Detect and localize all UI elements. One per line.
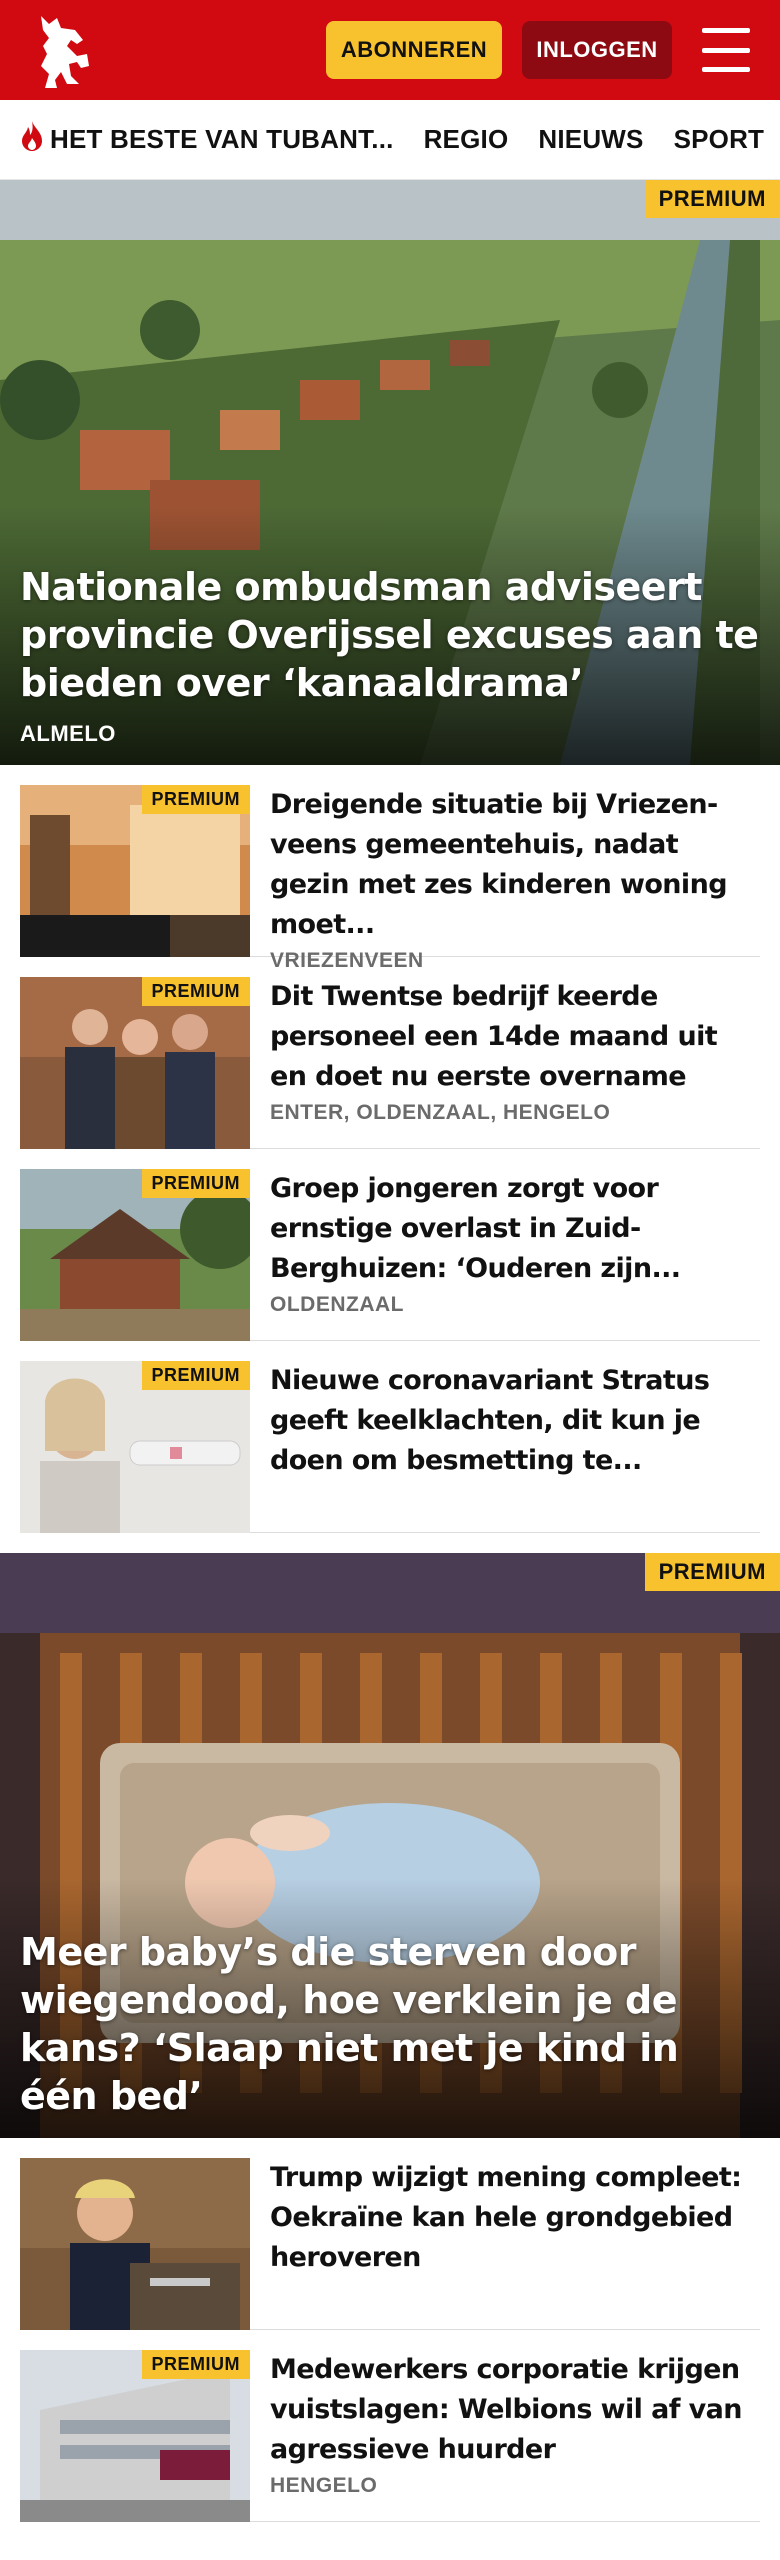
article-thumbnail: PREMIUM: [20, 1169, 250, 1341]
article-location: HENGELO: [270, 2474, 378, 2497]
tubantia-horse-logo[interactable]: [22, 10, 102, 90]
premium-badge: PREMIUM: [644, 180, 780, 218]
hero-text: Nationale ombudsman adviseert provincie …: [20, 563, 760, 747]
list-item[interactable]: PREMIUM Dreigende situatie bij Vriezen­v…: [20, 765, 760, 972]
article-title[interactable]: Nieuwe coronavariant Stratus geeft keelk…: [270, 1361, 760, 1481]
login-button[interactable]: INLOGGEN: [522, 21, 672, 79]
hero-article[interactable]: PREMIUM Nationale ombudsman adviseert pr…: [0, 180, 780, 765]
section-nav: HET BESTE VAN TUBANT... REGIO NIEUWS SPO…: [0, 100, 780, 180]
menu-icon[interactable]: [702, 28, 750, 72]
nav-item-label: HET BESTE VAN TUBANT...: [50, 124, 394, 154]
premium-badge: PREMIUM: [141, 977, 250, 1006]
list-item[interactable]: PREMIUM Medewerkers corporatie krijgen v…: [20, 2330, 760, 2522]
nav-item-sport[interactable]: SPORT: [674, 124, 765, 155]
article-location: VRIEZENVEEN: [270, 949, 424, 972]
premium-badge: PREMIUM: [141, 785, 250, 814]
subscribe-button[interactable]: ABONNEREN: [326, 21, 502, 79]
list-item[interactable]: PREMIUM Dit Twentse bedrijf keerde perso…: [20, 957, 760, 1149]
nav-item-best-of[interactable]: HET BESTE VAN TUBANT...: [18, 120, 394, 159]
article-title[interactable]: Trump wijzigt mening compleet: Oekraïne …: [270, 2158, 760, 2278]
top-bar: ABONNEREN INLOGGEN: [0, 0, 780, 100]
article-title[interactable]: Groep jongeren zorgt voor ernstige overl…: [270, 1169, 760, 1289]
premium-badge: PREMIUM: [644, 1553, 780, 1591]
article-title[interactable]: Dreigende situatie bij Vriezen­veens gem…: [270, 785, 760, 945]
hero-title[interactable]: Nationale ombudsman adviseert provincie …: [20, 563, 760, 707]
hero-location: ALMELO: [20, 721, 116, 746]
premium-badge: PREMIUM: [141, 1361, 250, 1390]
article-thumbnail: PREMIUM: [20, 785, 250, 957]
hero-title[interactable]: Meer baby’s die sterven door wiegendood,…: [20, 1928, 760, 2120]
list-item[interactable]: PREMIUM Nieuwe coronavariant Stratus gee…: [20, 1341, 760, 1533]
article-thumbnail: [20, 2158, 250, 2330]
article-text: Dreigende situatie bij Vriezen­veens gem…: [250, 785, 760, 972]
article-text: Dit Twentse bedrijf keerde personeel een…: [250, 977, 760, 1128]
article-location: ENTER, OLDENZAAL, HENGELO: [270, 1101, 611, 1124]
article-location: OLDENZAAL: [270, 1293, 404, 1316]
hero-article[interactable]: PREMIUM Meer baby’s die sterven door wie…: [0, 1553, 780, 2138]
flame-icon: [18, 120, 46, 159]
list-item[interactable]: Trump wijzigt mening compleet: Oekraïne …: [20, 2138, 760, 2330]
article-thumbnail: PREMIUM: [20, 977, 250, 1149]
hero-text: Meer baby’s die sterven door wiegendood,…: [20, 1928, 760, 2120]
article-title[interactable]: Dit Twentse bedrijf keerde personeel een…: [270, 977, 760, 1097]
article-thumbnail: PREMIUM: [20, 1361, 250, 1533]
nav-item-nieuws[interactable]: NIEUWS: [538, 124, 643, 155]
article-list: PREMIUM Dreigende situatie bij Vriezen­v…: [0, 765, 780, 1533]
nav-item-regio[interactable]: REGIO: [424, 124, 509, 155]
article-text: Trump wijzigt mening compleet: Oekraïne …: [250, 2158, 760, 2309]
article-thumbnail: PREMIUM: [20, 2350, 250, 2522]
article-title[interactable]: Medewerkers corporatie krijgen vuistslag…: [270, 2350, 760, 2470]
article-text: Nieuwe coronavariant Stratus geeft keelk…: [250, 1361, 760, 1512]
article-text: Medewerkers corporatie krijgen vuistslag…: [250, 2350, 760, 2501]
article-list: Trump wijzigt mening compleet: Oekraïne …: [0, 2138, 780, 2522]
premium-badge: PREMIUM: [141, 1169, 250, 1198]
premium-badge: PREMIUM: [141, 2350, 250, 2379]
list-item[interactable]: PREMIUM Groep jongeren zorgt voor ernsti…: [20, 1149, 760, 1341]
article-text: Groep jongeren zorgt voor ernstige overl…: [250, 1169, 760, 1320]
